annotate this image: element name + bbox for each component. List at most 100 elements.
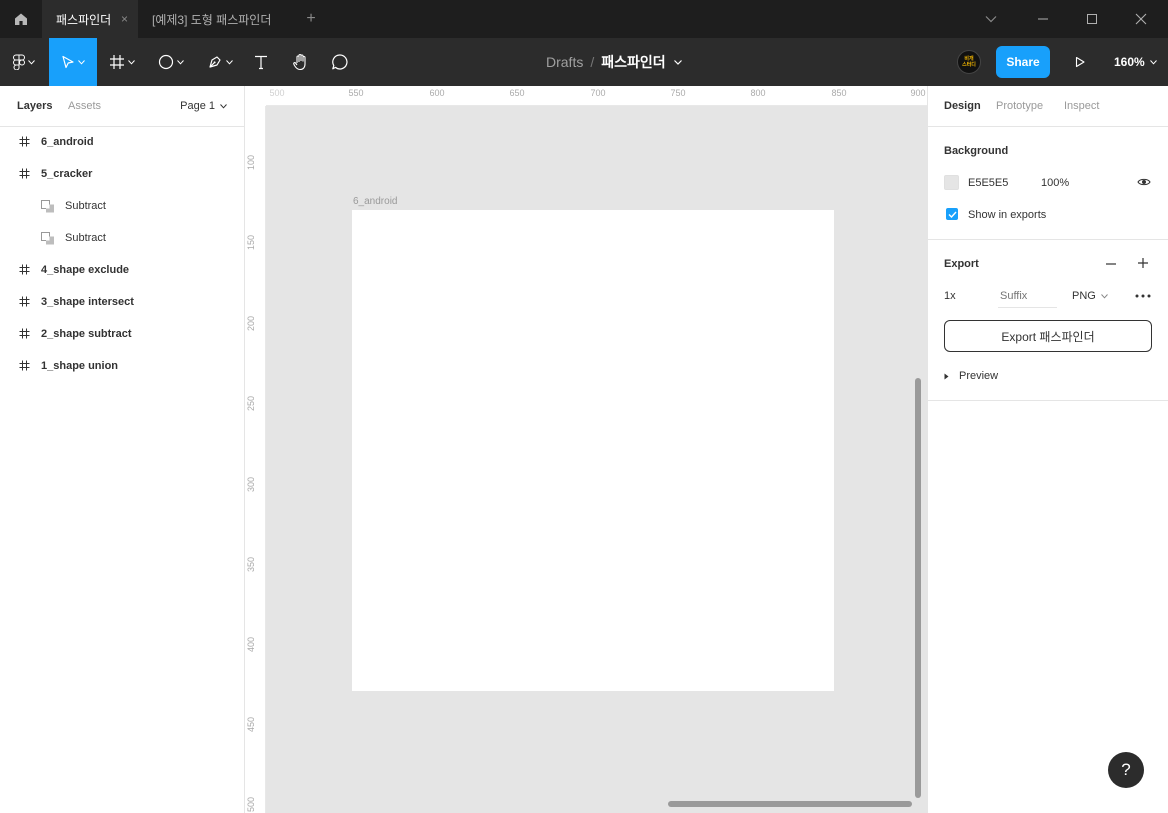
ellipse-icon — [158, 54, 174, 70]
close-tab-icon[interactable]: × — [121, 13, 128, 25]
main-menu-button[interactable] — [0, 38, 48, 86]
chevron-down-icon — [28, 59, 35, 65]
new-tab-button[interactable]: + — [296, 0, 326, 38]
eye-icon[interactable] — [1137, 177, 1151, 187]
hand-tool[interactable] — [283, 38, 319, 86]
hand-icon — [293, 53, 306, 71]
show-in-exports-checkbox[interactable] — [946, 208, 958, 220]
home-button[interactable] — [0, 0, 42, 38]
avatar[interactable]: 비개 스터디 — [957, 50, 981, 74]
boolean-subtract-icon — [41, 232, 54, 245]
vertical-scrollbar[interactable] — [915, 378, 921, 798]
suffix-input[interactable] — [998, 284, 1057, 308]
close-icon — [1135, 13, 1147, 25]
format-select[interactable]: PNG — [1072, 290, 1108, 302]
present-button[interactable] — [1066, 38, 1094, 86]
ruler-tick-label: 200 — [246, 315, 256, 331]
breadcrumb-drafts[interactable]: Drafts — [546, 54, 583, 70]
zoom-level: 160% — [1114, 55, 1145, 69]
background-hex[interactable]: E5E5E5 — [968, 177, 1008, 189]
export-title: Export — [944, 258, 979, 270]
chevron-down-icon — [226, 59, 233, 65]
cursor-icon — [62, 55, 74, 69]
frame-6-android[interactable] — [352, 210, 834, 691]
share-button[interactable]: Share — [996, 46, 1050, 78]
chevron-down-icon — [78, 59, 85, 65]
layer-label: 4_shape exclude — [41, 264, 130, 276]
background-opacity[interactable]: 100% — [1041, 177, 1069, 189]
move-tool[interactable] — [49, 38, 97, 86]
comment-tool[interactable] — [322, 38, 358, 86]
ruler-tick-label: 650 — [509, 88, 525, 98]
ruler-tick-label: 250 — [246, 395, 256, 411]
minimize-icon — [1038, 18, 1048, 20]
plus-icon: + — [306, 10, 316, 27]
plus-icon[interactable] — [1137, 257, 1149, 269]
ruler-horizontal: 500 550 600 650 700 750 800 850 900 — [245, 86, 927, 106]
right-panel-tabs: Design Prototype Inspect — [928, 86, 1168, 127]
layer-row[interactable]: 4_shape exclude — [0, 254, 244, 286]
layer-row[interactable]: Subtract — [0, 222, 244, 254]
export-button[interactable]: Export 패스파인더 — [944, 320, 1152, 352]
text-tool[interactable] — [245, 38, 277, 86]
pen-icon — [209, 56, 221, 68]
minus-icon[interactable] — [1105, 258, 1117, 270]
layer-row[interactable]: Subtract — [0, 190, 244, 222]
tab-design[interactable]: Design — [944, 100, 981, 112]
frame-label[interactable]: 6_android — [353, 196, 397, 207]
layer-label: 2_shape subtract — [41, 328, 132, 340]
preview-toggle[interactable]: Preview — [944, 370, 998, 382]
frame-tool[interactable] — [98, 38, 146, 86]
tab-list-button[interactable] — [968, 0, 1014, 38]
chevron-down-icon — [177, 59, 184, 65]
more-icon[interactable] — [1135, 294, 1151, 298]
ruler-tick-label: 700 — [590, 88, 606, 98]
horizontal-scrollbar[interactable] — [668, 801, 912, 807]
page-selector[interactable]: Page 1 — [180, 100, 227, 112]
minimize-button[interactable] — [1020, 0, 1066, 38]
comment-icon — [332, 54, 348, 70]
tab-example3[interactable]: [예제3] 도형 패스파인더 — [138, 0, 288, 38]
ruler-tick-label: 500 — [269, 88, 285, 98]
layer-row[interactable]: 6_android — [0, 126, 244, 158]
ruler-tick-label: 900 — [910, 88, 926, 98]
layer-row[interactable]: 3_shape intersect — [0, 286, 244, 318]
frame-icon — [19, 264, 30, 275]
tab-label: [예제3] 도형 패스파인더 — [152, 12, 272, 27]
tab-inspect[interactable]: Inspect — [1064, 100, 1099, 112]
chevron-down-icon — [1149, 59, 1157, 65]
help-button[interactable]: ? — [1108, 752, 1144, 788]
ruler-corner — [245, 86, 266, 106]
ruler-tick-label: 500 — [246, 796, 256, 812]
layer-row[interactable]: 5_cracker — [0, 158, 244, 190]
maximize-button[interactable] — [1069, 0, 1115, 38]
frame-icon — [19, 360, 30, 371]
frame-icon — [19, 136, 30, 147]
layer-row[interactable]: 1_shape union — [0, 350, 244, 382]
layer-label: Subtract — [65, 232, 106, 244]
frame-icon — [110, 55, 124, 69]
close-window-button[interactable] — [1118, 0, 1164, 38]
breadcrumb-separator: / — [590, 54, 595, 70]
divider — [928, 239, 1168, 240]
tab-prototype[interactable]: Prototype — [996, 100, 1043, 112]
shape-tool[interactable] — [147, 38, 195, 86]
tab-pathfinder[interactable]: 패스파인더 × — [42, 0, 138, 38]
toolbar: Drafts / 패스파인더 비개 스터디 Share 160% — [0, 38, 1168, 86]
preview-label: Preview — [959, 370, 999, 382]
pen-tool[interactable] — [196, 38, 244, 86]
export-scale[interactable]: 1x — [944, 290, 956, 302]
breadcrumb: Drafts / 패스파인더 — [546, 38, 682, 86]
home-icon — [15, 13, 27, 25]
background-swatch[interactable] — [944, 175, 959, 190]
canvas[interactable]: 500 550 600 650 700 750 800 850 900 100 … — [245, 86, 927, 813]
file-name[interactable]: 패스파인더 — [601, 52, 665, 72]
chevron-down-icon[interactable] — [673, 59, 682, 65]
tab-assets[interactable]: Assets — [68, 100, 101, 112]
figma-logo-icon — [13, 54, 25, 70]
zoom-menu[interactable]: 160% — [1114, 38, 1157, 86]
frame-icon — [19, 296, 30, 307]
tab-layers[interactable]: Layers — [17, 100, 52, 112]
layers-panel: Layers Assets Page 1 6_android 5_cracker… — [0, 86, 245, 813]
layer-row[interactable]: 2_shape subtract — [0, 318, 244, 350]
